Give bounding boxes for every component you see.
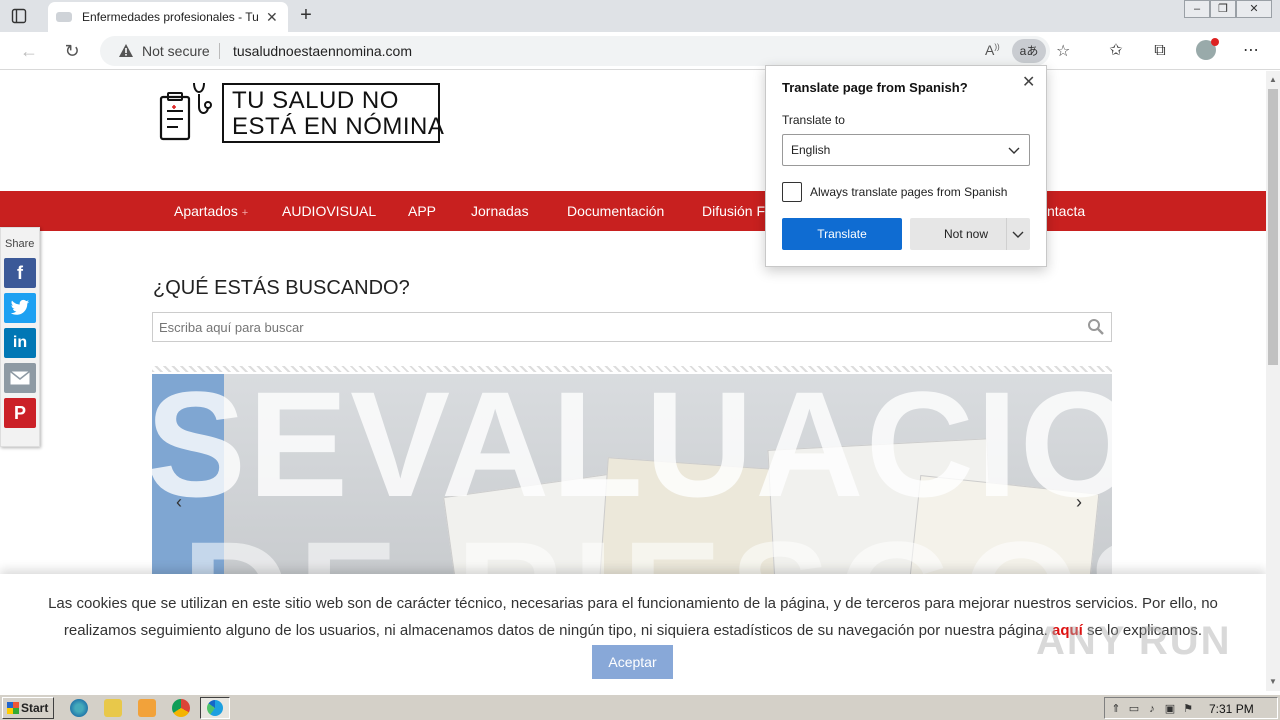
popup-close-icon[interactable]: ✕ — [1022, 72, 1035, 92]
minimize-icon[interactable]: – — [1184, 0, 1210, 18]
always-translate-label: Always translate pages from Spanish — [810, 185, 1008, 199]
tab-title: Enfermedades profesionales - Tu — [82, 10, 258, 24]
chevron-down-icon — [1008, 147, 1020, 154]
taskbar: Start ⇑ ▭ ♪ ▣ ⚑ 7:31 PM — [0, 694, 1280, 720]
expand-plus-icon: + — [241, 207, 249, 219]
security-status[interactable]: Not secure — [142, 43, 210, 59]
read-aloud-icon[interactable]: A)) — [985, 42, 1000, 58]
tray-expand-icon[interactable]: ⇑ — [1109, 702, 1123, 716]
clipboard-stethoscope-icon — [159, 82, 212, 141]
tab-favicon-icon — [56, 12, 72, 22]
not-now-label: Not now — [944, 227, 989, 241]
popup-title: Translate page from Spanish? — [782, 80, 968, 95]
address-bar[interactable]: Not secure tusaludnoestaennomina.com A))… — [100, 36, 1070, 66]
start-button[interactable]: Start — [2, 697, 54, 719]
translate-to-label: Translate to — [782, 113, 845, 127]
flag-icon[interactable]: ⚑ — [1181, 702, 1195, 716]
clock[interactable]: 7:31 PM — [1209, 702, 1254, 716]
monitor-icon[interactable]: ▣ — [1163, 702, 1177, 716]
windows-logo-icon — [7, 702, 19, 714]
collections-icon[interactable]: ⧉ — [1149, 40, 1171, 62]
divider — [152, 366, 1112, 372]
nav-item-difusion[interactable]: Difusión F — [702, 203, 765, 219]
volume-icon[interactable]: ♪ — [1145, 702, 1159, 716]
logo-line-2: ESTÁ EN NÓMINA — [232, 113, 445, 140]
search-box — [152, 312, 1112, 342]
facebook-share-icon[interactable]: f — [4, 258, 36, 288]
scroll-thumb[interactable] — [1268, 89, 1278, 365]
nav-item-jornadas[interactable]: Jornadas — [471, 203, 529, 219]
more-options-icon[interactable]: ⋯ — [1240, 40, 1262, 62]
nav-item-documentacion[interactable]: Documentación — [567, 203, 664, 219]
restore-icon[interactable]: ❐ — [1210, 0, 1236, 18]
back-icon[interactable]: ← — [18, 40, 40, 62]
nav-item-apartados[interactable]: Apartados + — [174, 203, 248, 219]
chrome-icon[interactable] — [172, 699, 190, 717]
tab-bar: Enfermedades profesionales - Tu ✕ + – ❐ … — [0, 0, 1280, 32]
media-player-icon[interactable] — [138, 699, 156, 717]
url-text[interactable]: tusaludnoestaennomina.com — [233, 43, 412, 59]
translate-icon[interactable]: aあ — [1012, 39, 1046, 63]
translate-popup: Translate page from Spanish? ✕ Translate… — [765, 65, 1047, 267]
linkedin-share-icon[interactable]: in — [4, 328, 36, 358]
new-tab-icon[interactable]: + — [296, 5, 316, 25]
language-select[interactable]: English — [782, 134, 1030, 166]
ie-icon[interactable] — [70, 699, 88, 717]
anyrun-watermark: ANY RUN — [1036, 619, 1232, 663]
browser-tab[interactable]: Enfermedades profesionales - Tu ✕ — [48, 2, 288, 32]
nav-item-audiovisual[interactable]: AUDIOVISUAL — [282, 203, 376, 219]
url-separator — [219, 43, 220, 59]
search-icon[interactable] — [1087, 318, 1105, 336]
button-divider — [1006, 218, 1007, 250]
logo-text-box: TU SALUD NO ESTÁ EN NÓMINA — [222, 83, 445, 143]
tab-actions-icon[interactable] — [10, 7, 28, 25]
nav-item-app[interactable]: APP — [408, 203, 436, 219]
chevron-down-icon[interactable] — [1012, 227, 1024, 241]
page-scrollbar[interactable]: ▲ ▼ — [1266, 71, 1280, 691]
tab-close-icon[interactable]: ✕ — [266, 9, 278, 26]
share-label: Share — [5, 238, 35, 250]
not-now-button[interactable]: Not now — [910, 218, 1030, 250]
page-viewport: TU SALUD NO ESTÁ EN NÓMINA Apartados + A… — [0, 71, 1266, 691]
start-label: Start — [21, 701, 49, 715]
twitter-share-icon[interactable] — [4, 293, 36, 323]
network-icon[interactable]: ▭ — [1127, 702, 1141, 716]
slider-next-icon[interactable]: › — [1076, 492, 1082, 513]
favorites-icon[interactable]: ✩ — [1105, 40, 1127, 62]
edge-icon — [207, 700, 223, 716]
translate-button[interactable]: Translate — [782, 218, 902, 250]
slider-heading: SEVALUACION — [152, 374, 1112, 528]
language-value: English — [791, 143, 831, 157]
email-share-icon[interactable] — [4, 363, 36, 393]
slider-prev-icon[interactable]: ‹ — [176, 492, 182, 513]
edge-taskbar-button[interactable] — [200, 697, 230, 719]
window-close-icon[interactable]: ✕ — [1236, 0, 1272, 18]
site-nav: Apartados + AUDIOVISUAL APP Jornadas Doc… — [0, 191, 1266, 231]
scroll-up-icon[interactable]: ▲ — [1269, 75, 1277, 84]
nav-item-contacta[interactable]: ntacta — [1047, 203, 1085, 219]
accept-cookies-button[interactable]: Aceptar — [592, 645, 673, 679]
search-heading: ¿QUÉ ESTÁS BUSCANDO? — [153, 277, 410, 299]
always-translate-checkbox[interactable] — [782, 182, 802, 202]
address-toolbar: ← ↻ Not secure tusaludnoestaennomina.com… — [0, 32, 1280, 70]
add-favorite-icon[interactable]: ☆ — [1056, 41, 1070, 61]
pinterest-share-icon[interactable]: P — [4, 398, 36, 428]
folder-icon[interactable] — [104, 699, 122, 717]
logo-line-1: TU SALUD NO — [232, 87, 399, 114]
site-logo[interactable]: TU SALUD NO ESTÁ EN NÓMINA — [158, 81, 445, 145]
search-input[interactable] — [159, 320, 1059, 335]
share-bar: Share f in P — [0, 227, 40, 447]
warning-icon[interactable] — [118, 43, 134, 59]
scroll-down-icon[interactable]: ▼ — [1269, 677, 1277, 686]
profile-avatar[interactable] — [1196, 38, 1219, 60]
refresh-icon[interactable]: ↻ — [61, 40, 83, 62]
system-tray: ⇑ ▭ ♪ ▣ ⚑ 7:31 PM — [1104, 697, 1278, 719]
